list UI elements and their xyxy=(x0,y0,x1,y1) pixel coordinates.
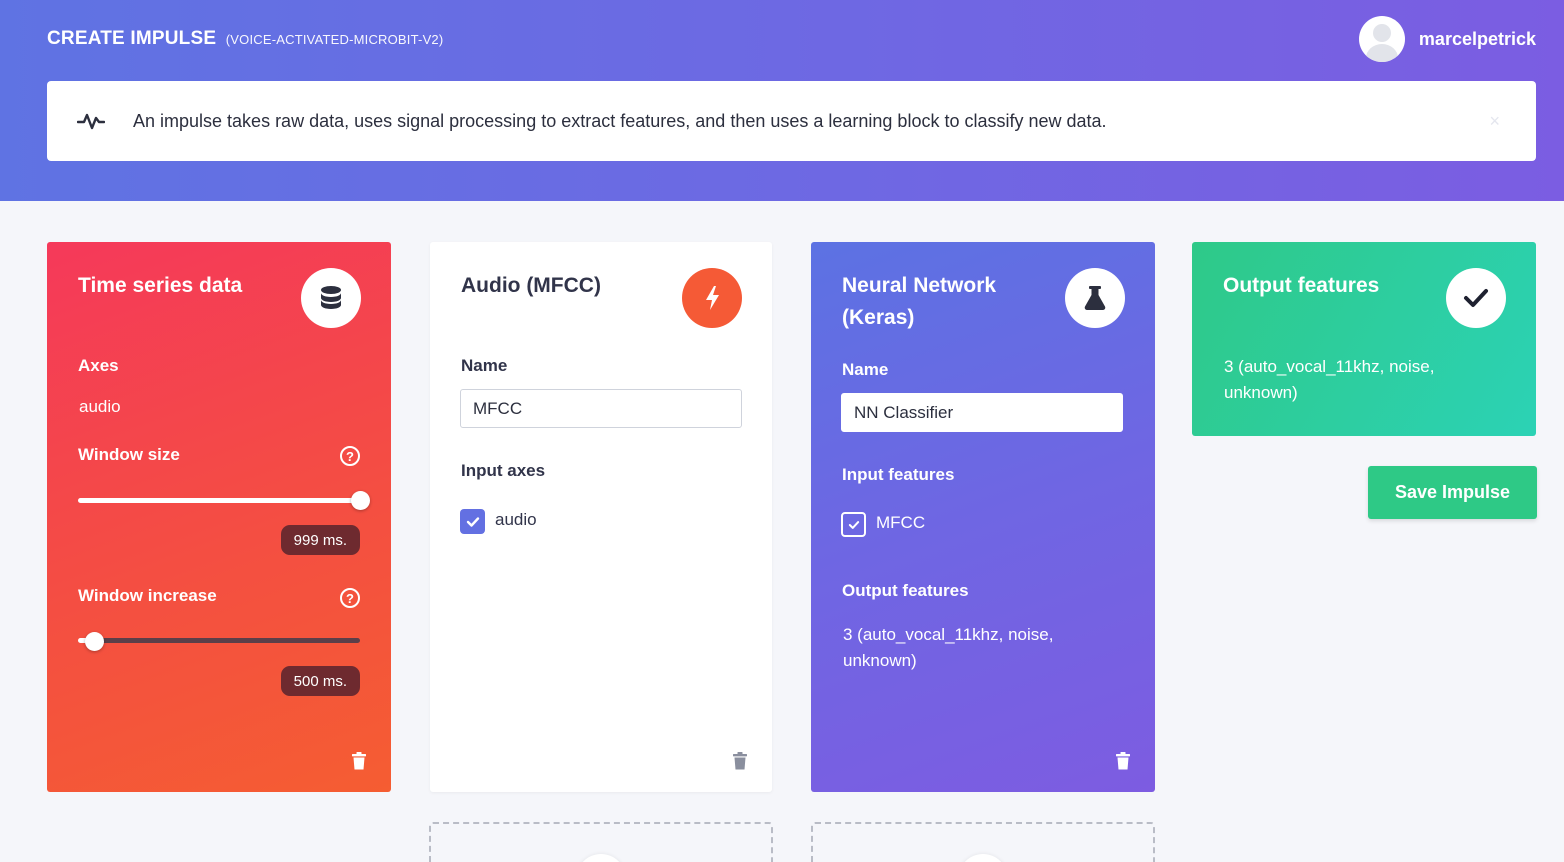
output-block-value: 3 (auto_vocal_11khz, noise, unknown) xyxy=(1224,354,1434,406)
learning-block-title: Neural Network (Keras) xyxy=(842,270,996,334)
check-icon xyxy=(1446,268,1506,328)
window-increase-help-icon[interactable]: ? xyxy=(340,588,360,608)
processing-name-label: Name xyxy=(461,356,508,375)
info-text: An impulse takes raw data, uses signal p… xyxy=(133,110,1107,131)
window-size-help-icon[interactable]: ? xyxy=(340,446,360,466)
output-block-title: Output features xyxy=(1223,274,1380,297)
page-title: CREATE IMPULSE (VOICE-ACTIVATED-MICROBIT… xyxy=(47,28,443,50)
pulse-icon xyxy=(77,113,105,130)
axes-value: audio xyxy=(79,397,121,416)
database-icon xyxy=(301,268,361,328)
lightning-icon xyxy=(682,268,742,328)
add-learning-block-circle[interactable] xyxy=(958,854,1008,862)
add-processing-block-circle[interactable] xyxy=(576,854,626,862)
learning-name-input[interactable]: NN Classifier xyxy=(841,393,1123,432)
processing-name-input[interactable]: MFCC xyxy=(460,389,742,428)
axes-label: Axes xyxy=(78,356,119,375)
window-size-slider-thumb[interactable] xyxy=(350,491,370,510)
save-impulse-button[interactable]: Save Impulse xyxy=(1368,466,1537,519)
window-size-value: 999 ms. xyxy=(280,525,360,555)
processing-block-card: Audio (MFCC) Name MFCC Input axes audio xyxy=(430,242,772,792)
window-increase-slider-thumb[interactable] xyxy=(85,632,105,651)
info-box: An impulse takes raw data, uses signal p… xyxy=(47,81,1536,161)
add-processing-block[interactable] xyxy=(429,822,773,862)
flask-icon xyxy=(1065,268,1125,328)
learning-output-features-value: 3 (auto_vocal_11khz, noise, unknown) xyxy=(843,622,1053,674)
window-size-slider[interactable] xyxy=(78,498,360,503)
feature-mfcc-checkbox[interactable] xyxy=(841,512,866,537)
page-title-text: CREATE IMPULSE xyxy=(47,28,217,49)
delete-processing-block-icon[interactable] xyxy=(732,752,748,770)
learning-output-features-label: Output features xyxy=(842,581,969,600)
input-block-card: Time series data Axes audio Window size … xyxy=(47,242,391,792)
delete-input-block-icon[interactable] xyxy=(351,752,367,770)
close-icon[interactable]: × xyxy=(1489,111,1500,132)
axis-audio-label: audio xyxy=(495,510,537,529)
delete-learning-block-icon[interactable] xyxy=(1115,752,1131,770)
learning-output-line2: unknown) xyxy=(843,651,917,670)
window-increase-slider[interactable] xyxy=(78,638,360,643)
output-block-line2: unknown) xyxy=(1224,383,1298,402)
processing-block-title: Audio (MFCC) xyxy=(461,274,601,297)
axis-audio-checkbox[interactable] xyxy=(460,509,485,534)
input-features-label: Input features xyxy=(842,465,955,484)
learning-block-title-line2: (Keras) xyxy=(842,306,915,329)
output-block-card: Output features 3 (auto_vocal_11khz, noi… xyxy=(1192,242,1536,436)
feature-mfcc-label: MFCC xyxy=(876,513,926,532)
page-header: CREATE IMPULSE (VOICE-ACTIVATED-MICROBIT… xyxy=(0,0,1564,201)
input-axes-label: Input axes xyxy=(461,461,546,480)
project-name: (VOICE-ACTIVATED-MICROBIT-V2) xyxy=(225,32,444,47)
window-increase-label: Window increase xyxy=(78,586,217,605)
window-size-label: Window size xyxy=(78,445,180,464)
learning-block-title-line1: Neural Network xyxy=(842,274,997,297)
window-increase-value: 500 ms. xyxy=(280,666,360,696)
input-block-title: Time series data xyxy=(78,274,243,297)
learning-name-label: Name xyxy=(842,360,889,379)
avatar[interactable] xyxy=(1358,16,1405,62)
add-learning-block[interactable] xyxy=(811,822,1155,862)
output-block-line1: 3 (auto_vocal_11khz, noise, xyxy=(1224,357,1435,376)
learning-output-line1: 3 (auto_vocal_11khz, noise, xyxy=(843,625,1054,644)
user-menu[interactable]: marcelpetrick xyxy=(1358,16,1536,62)
username[interactable]: marcelpetrick xyxy=(1419,29,1536,50)
learning-block-card: Neural Network (Keras) Name NN Classifie… xyxy=(811,242,1155,792)
